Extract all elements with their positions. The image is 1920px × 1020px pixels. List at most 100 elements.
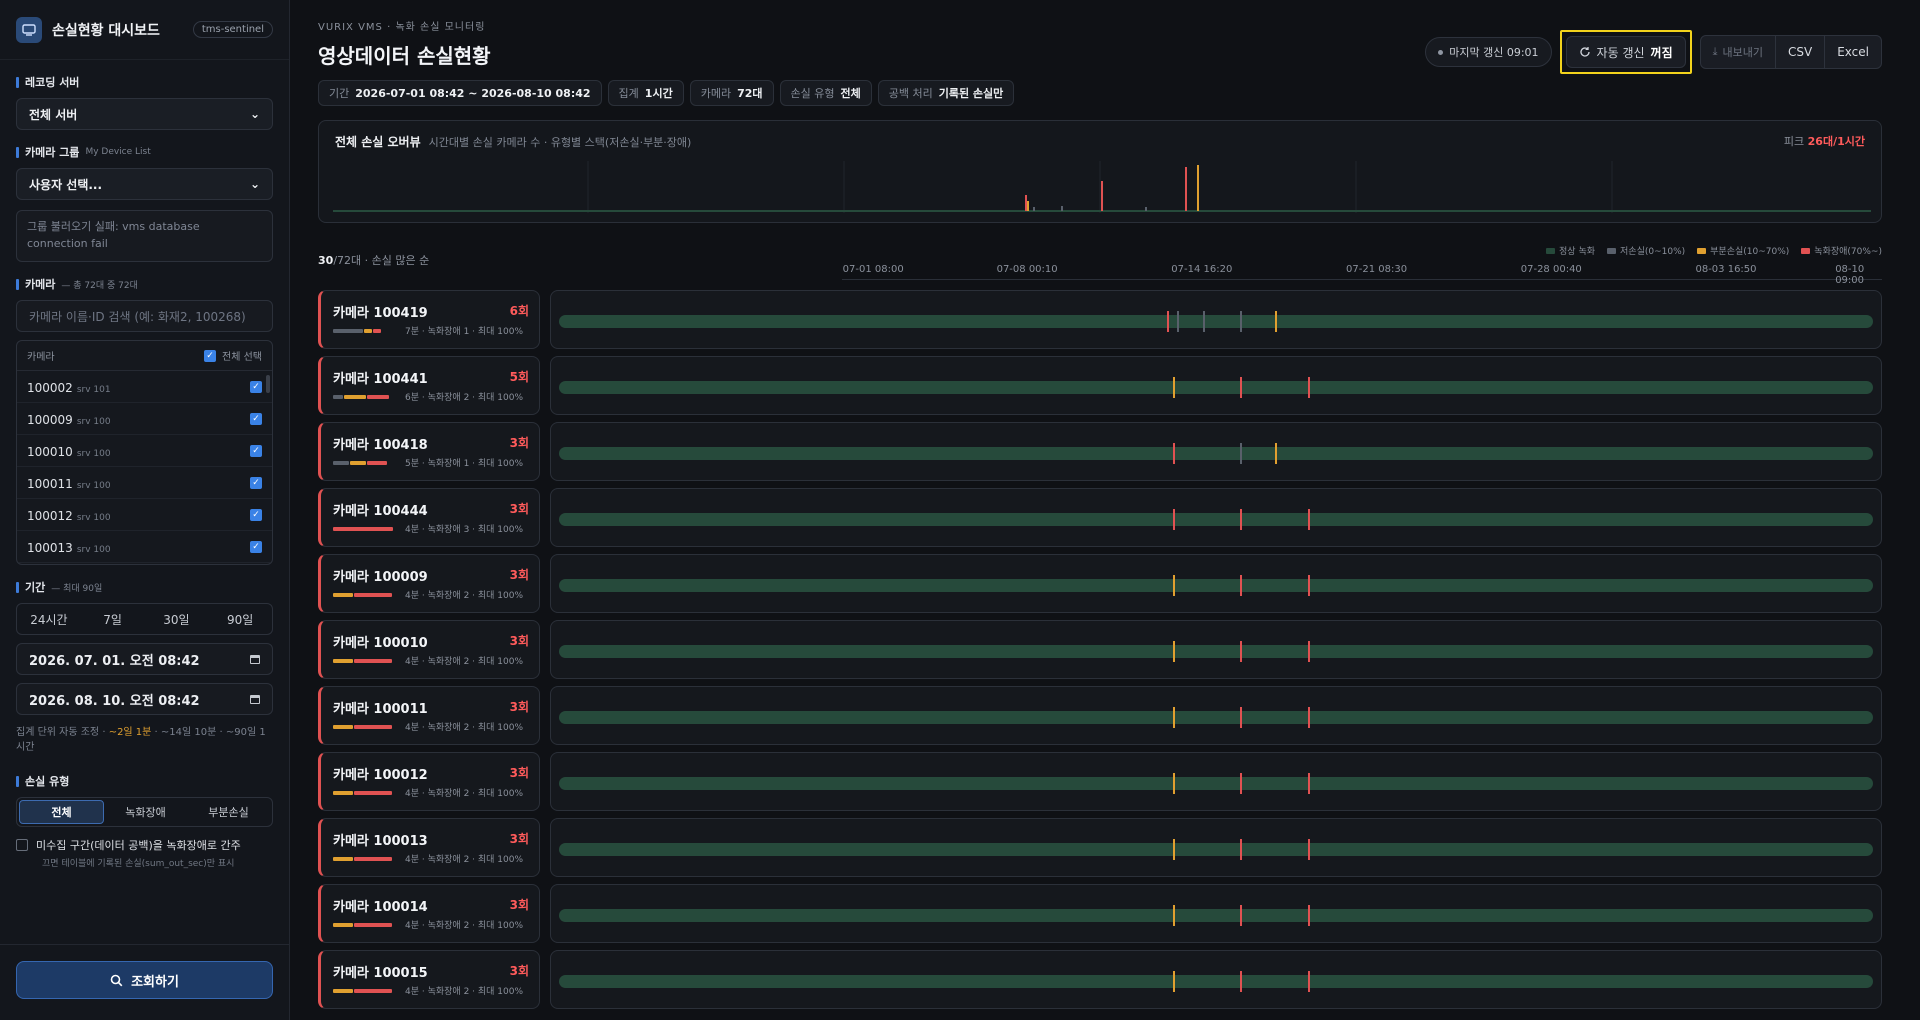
query-button[interactable]: 조회하기 bbox=[16, 961, 273, 999]
gap-option-checkbox[interactable] bbox=[16, 839, 28, 851]
date-to-input[interactable]: 2026. 08. 10. 오전 08:42 bbox=[16, 683, 273, 715]
loss-event-marker[interactable] bbox=[1307, 509, 1310, 530]
camera-timeline-track[interactable] bbox=[550, 752, 1882, 811]
loss-event-marker[interactable] bbox=[1172, 377, 1175, 398]
checkbox-checked-icon[interactable]: ✓ bbox=[250, 476, 262, 489]
loss-event-marker[interactable] bbox=[1307, 575, 1310, 596]
camera-timeline-track[interactable] bbox=[550, 422, 1882, 481]
camera-list-item[interactable]: 100009 srv 100 ✓ bbox=[17, 403, 272, 435]
camera-timeline-track[interactable] bbox=[550, 818, 1882, 877]
checkbox-checked-icon[interactable]: ✓ bbox=[250, 444, 262, 457]
camera-list-item[interactable]: 100002 srv 101 ✓ bbox=[17, 371, 272, 403]
camera-timeline-track[interactable] bbox=[550, 950, 1882, 1009]
loss-event-marker[interactable] bbox=[1239, 443, 1242, 464]
checkbox-checked-icon[interactable]: ✓ bbox=[250, 540, 262, 553]
loss-type-partial[interactable]: 부분손실 bbox=[187, 800, 270, 824]
loss-event-marker[interactable] bbox=[1275, 443, 1278, 464]
camera-summary-card[interactable]: 카메라 100010 3회 4분 · 녹화장애 2 · 최대 100% bbox=[318, 620, 540, 679]
camera-summary-card[interactable]: 카메라 100014 3회 4분 · 녹화장애 2 · 최대 100% bbox=[318, 884, 540, 943]
gap-option[interactable]: 미수집 구간(데이터 공백)을 녹화장애로 간주 bbox=[16, 837, 273, 853]
camera-summary-card[interactable]: 카메라 100015 3회 4분 · 녹화장애 2 · 최대 100% bbox=[318, 950, 540, 1009]
camera-timeline-track[interactable] bbox=[550, 620, 1882, 679]
camera-list-item[interactable]: 100013 srv 100 ✓ bbox=[17, 531, 272, 563]
loss-event-marker[interactable] bbox=[1307, 377, 1310, 398]
camera-summary-card[interactable]: 카메라 100013 3회 4분 · 녹화장애 2 · 최대 100% bbox=[318, 818, 540, 877]
loss-event-marker[interactable] bbox=[1176, 311, 1179, 332]
checkbox-checked-icon[interactable]: ✓ bbox=[250, 380, 262, 393]
camera-summary-card[interactable]: 카메라 100011 3회 4분 · 녹화장애 2 · 최대 100% bbox=[318, 686, 540, 745]
loss-event-marker[interactable] bbox=[1239, 509, 1242, 530]
camera-timeline-track[interactable] bbox=[550, 884, 1882, 943]
loss-event-marker[interactable] bbox=[1239, 575, 1242, 596]
loss-event-marker[interactable] bbox=[1172, 971, 1175, 992]
camera-timeline-track[interactable] bbox=[550, 686, 1882, 745]
loss-event-marker[interactable] bbox=[1307, 641, 1310, 662]
loss-event-marker[interactable] bbox=[1307, 905, 1310, 926]
camera-timeline-row[interactable]: 카메라 100015 3회 4분 · 녹화장애 2 · 최대 100% bbox=[318, 950, 1882, 1009]
checkbox-checked-icon[interactable]: ✓ bbox=[250, 412, 262, 425]
loss-type-all[interactable]: 전체 bbox=[19, 800, 104, 824]
camera-timeline-row[interactable]: 카메라 100441 5회 6분 · 녹화장애 2 · 최대 100% bbox=[318, 356, 1882, 415]
loss-event-marker[interactable] bbox=[1172, 707, 1175, 728]
camera-timeline-track[interactable] bbox=[550, 554, 1882, 613]
camera-timeline-row[interactable]: 카메라 100014 3회 4분 · 녹화장애 2 · 최대 100% bbox=[318, 884, 1882, 943]
loss-event-marker[interactable] bbox=[1239, 971, 1242, 992]
camera-timeline-row[interactable]: 카메라 100444 3회 4분 · 녹화장애 3 · 최대 100% bbox=[318, 488, 1882, 547]
camera-list-item[interactable]: 100011 srv 100 ✓ bbox=[17, 467, 272, 499]
camera-timeline-row[interactable]: 카메라 100011 3회 4분 · 녹화장애 2 · 최대 100% bbox=[318, 686, 1882, 745]
camera-summary-card[interactable]: 카메라 100418 3회 5분 · 녹화장애 1 · 최대 100% bbox=[318, 422, 540, 481]
checkbox-checked-icon[interactable]: ✓ bbox=[204, 349, 217, 362]
loss-event-marker[interactable] bbox=[1172, 641, 1175, 662]
select-all-toggle[interactable]: ✓ 전체 선택 bbox=[204, 348, 262, 363]
excel-button[interactable]: Excel bbox=[1824, 36, 1881, 68]
period-30d[interactable]: 30일 bbox=[145, 604, 209, 634]
loss-event-marker[interactable] bbox=[1307, 971, 1310, 992]
loss-event-marker[interactable] bbox=[1172, 839, 1175, 860]
loss-event-marker[interactable] bbox=[1167, 311, 1170, 332]
camera-timeline-track[interactable] bbox=[550, 290, 1882, 349]
loss-event-marker[interactable] bbox=[1239, 839, 1242, 860]
camera-timeline-row[interactable]: 카메라 100418 3회 5분 · 녹화장애 1 · 최대 100% bbox=[318, 422, 1882, 481]
date-from-input[interactable]: 2026. 07. 01. 오전 08:42 bbox=[16, 643, 273, 675]
period-90d[interactable]: 90일 bbox=[208, 604, 272, 634]
loss-event-marker[interactable] bbox=[1239, 773, 1242, 794]
loss-event-marker[interactable] bbox=[1172, 509, 1175, 530]
loss-type-outage[interactable]: 녹화장애 bbox=[104, 800, 187, 824]
camera-summary-card[interactable]: 카메라 100012 3회 4분 · 녹화장애 2 · 최대 100% bbox=[318, 752, 540, 811]
server-select[interactable]: 전체 서버 ⌄ bbox=[16, 98, 273, 130]
period-24h[interactable]: 24시간 bbox=[17, 604, 81, 634]
camera-list-item[interactable]: 100010 srv 100 ✓ bbox=[17, 435, 272, 467]
loss-event-marker[interactable] bbox=[1239, 311, 1242, 332]
camera-summary-card[interactable]: 카메라 100444 3회 4분 · 녹화장애 3 · 최대 100% bbox=[318, 488, 540, 547]
loss-event-marker[interactable] bbox=[1307, 773, 1310, 794]
calendar-icon[interactable] bbox=[250, 694, 260, 704]
loss-event-marker[interactable] bbox=[1202, 311, 1205, 332]
loss-event-marker[interactable] bbox=[1307, 839, 1310, 860]
camera-search-input[interactable]: 카메라 이름·ID 검색 (예: 화재2, 100268) bbox=[16, 300, 273, 332]
loss-event-marker[interactable] bbox=[1172, 575, 1175, 596]
camera-summary-card[interactable]: 카메라 100009 3회 4분 · 녹화장애 2 · 최대 100% bbox=[318, 554, 540, 613]
camera-summary-card[interactable]: 카메라 100441 5회 6분 · 녹화장애 2 · 최대 100% bbox=[318, 356, 540, 415]
camera-timeline-row[interactable]: 카메라 100012 3회 4분 · 녹화장애 2 · 최대 100% bbox=[318, 752, 1882, 811]
auto-refresh-button[interactable]: 자동 갱신 꺼짐 bbox=[1565, 36, 1686, 68]
camera-timeline-row[interactable]: 카메라 100419 6회 7분 · 녹화장애 1 · 최대 100% bbox=[318, 290, 1882, 349]
loss-event-marker[interactable] bbox=[1172, 905, 1175, 926]
loss-event-marker[interactable] bbox=[1275, 311, 1278, 332]
camera-summary-card[interactable]: 카메라 100419 6회 7분 · 녹화장애 1 · 최대 100% bbox=[318, 290, 540, 349]
camera-timeline-row[interactable]: 카메라 100013 3회 4분 · 녹화장애 2 · 최대 100% bbox=[318, 818, 1882, 877]
camera-list-scrollbar[interactable] bbox=[266, 375, 270, 393]
period-7d[interactable]: 7일 bbox=[81, 604, 145, 634]
loss-event-marker[interactable] bbox=[1239, 905, 1242, 926]
csv-button[interactable]: CSV bbox=[1774, 36, 1824, 68]
calendar-icon[interactable] bbox=[250, 654, 260, 664]
loss-event-marker[interactable] bbox=[1239, 641, 1242, 662]
camera-timeline-row[interactable]: 카메라 100010 3회 4분 · 녹화장애 2 · 최대 100% bbox=[318, 620, 1882, 679]
loss-event-marker[interactable] bbox=[1172, 773, 1175, 794]
loss-event-marker[interactable] bbox=[1239, 707, 1242, 728]
export-button[interactable]: ⤓ 내보내기 bbox=[1701, 36, 1775, 68]
loss-event-marker[interactable] bbox=[1172, 443, 1175, 464]
camera-list-item[interactable]: 100012 srv 100 ✓ bbox=[17, 499, 272, 531]
group-select[interactable]: 사용자 선택... ⌄ bbox=[16, 168, 273, 200]
camera-timeline-track[interactable] bbox=[550, 356, 1882, 415]
loss-event-marker[interactable] bbox=[1307, 707, 1310, 728]
